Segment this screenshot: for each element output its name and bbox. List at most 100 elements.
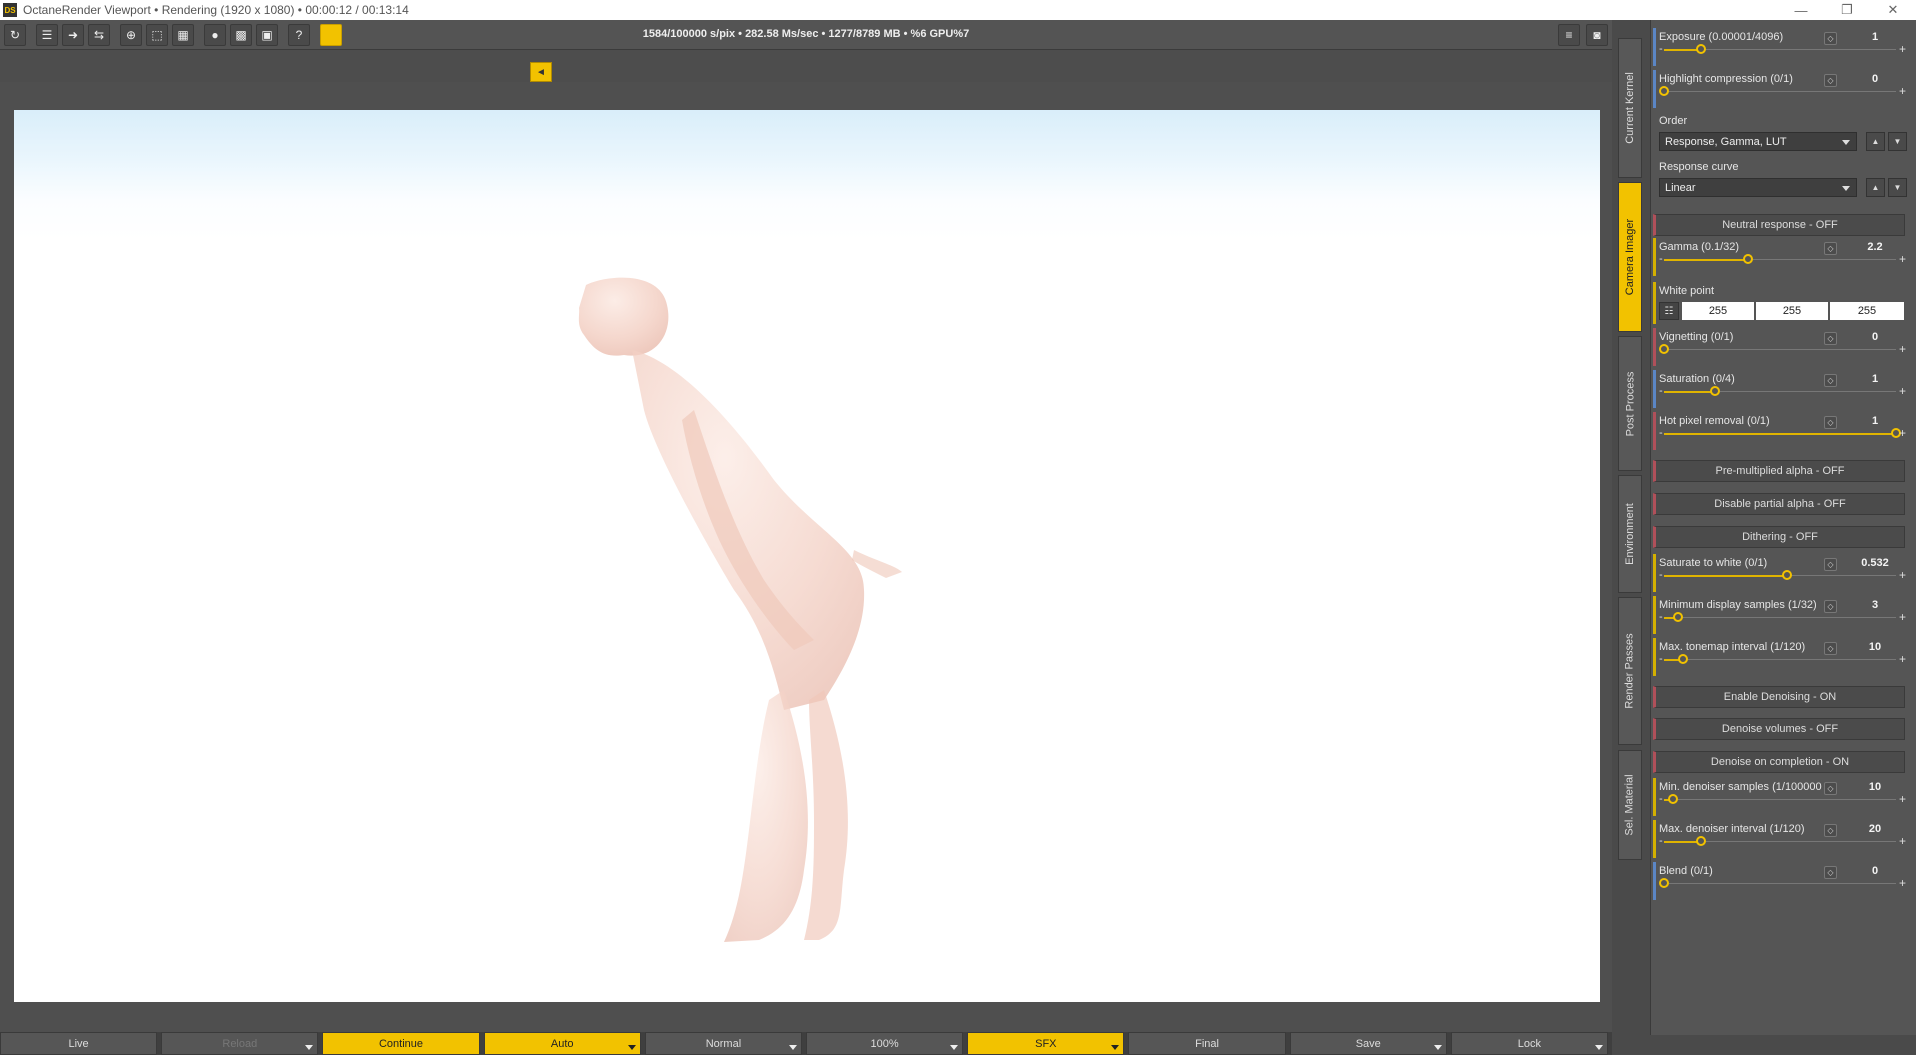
region-icon[interactable]: ⬚ (146, 23, 168, 46)
tab-current-kernel[interactable]: Current Kernel (1618, 38, 1642, 178)
saturate-to-white-slider-knob[interactable] (1781, 570, 1792, 580)
collapse-arrow-icon[interactable]: ◄ (530, 62, 552, 82)
chevron-down-icon[interactable] (1111, 1045, 1120, 1050)
blend-slider-knob[interactable] (1659, 878, 1669, 888)
export-icon[interactable]: ➜ (62, 23, 84, 46)
min-display-samples-slider-knob[interactable] (1672, 612, 1683, 622)
plus-icon[interactable]: + (1899, 252, 1906, 266)
plus-icon[interactable]: + (1899, 342, 1906, 356)
vignetting-slider-track[interactable] (1664, 349, 1896, 350)
chevron-down-icon[interactable] (950, 1045, 959, 1050)
minus-icon[interactable]: - (1659, 427, 1663, 439)
bottom-button-final[interactable]: Final (1128, 1032, 1286, 1055)
disable-partial-alpha-toggle[interactable]: Disable partial alpha - OFF (1653, 493, 1905, 515)
reset-icon[interactable]: ◇ (1824, 374, 1837, 387)
reset-icon[interactable]: ◇ (1824, 782, 1837, 795)
color-picker-icon[interactable]: ☷ (1659, 302, 1679, 320)
minus-icon[interactable]: - (1659, 611, 1663, 623)
focus-picker-icon[interactable]: ⊕ (120, 23, 142, 46)
dithering-toggle[interactable]: Dithering - OFF (1653, 526, 1905, 548)
plus-icon[interactable]: + (1899, 384, 1906, 398)
move-down-icon[interactable]: ▼ (1888, 178, 1907, 197)
list-icon[interactable]: ≡ (1558, 24, 1580, 46)
image-icon[interactable]: ▣ (256, 23, 278, 46)
reset-icon[interactable]: ◇ (1824, 416, 1837, 429)
minus-icon[interactable]: - (1659, 569, 1663, 581)
highlight-compression-value[interactable]: 0 (1846, 73, 1904, 85)
max-tonemap-interval-value[interactable]: 10 (1846, 641, 1904, 653)
min-display-samples-value[interactable]: 3 (1846, 599, 1904, 611)
move-up-icon[interactable]: ▲ (1866, 132, 1885, 151)
highlight-compression-slider-track[interactable] (1664, 91, 1896, 92)
bottom-button-sfx[interactable]: SFX (967, 1032, 1125, 1055)
layout-icon[interactable]: ▦ (172, 23, 194, 46)
minus-icon[interactable]: - (1659, 835, 1663, 847)
minus-icon[interactable]: - (1659, 653, 1663, 665)
blend-value[interactable]: 0 (1846, 865, 1904, 877)
min-denoiser-samples-value[interactable]: 10 (1846, 781, 1904, 793)
share-icon[interactable]: ⇆ (88, 23, 110, 46)
move-down-icon[interactable]: ▼ (1888, 132, 1907, 151)
bottom-button-auto[interactable]: Auto (483, 1032, 641, 1055)
plus-icon[interactable]: + (1899, 652, 1906, 666)
highlight-compression-slider-knob[interactable] (1659, 86, 1669, 96)
bottom-button-100-[interactable]: 100% (806, 1032, 964, 1055)
exposure-slider-knob[interactable] (1696, 44, 1707, 54)
white-point-g-input[interactable]: 255 (1756, 302, 1828, 320)
neutral-response-toggle[interactable]: Neutral response - OFF (1653, 214, 1905, 236)
premultiplied-alpha-toggle[interactable]: Pre-multiplied alpha - OFF (1653, 460, 1905, 482)
max-denoiser-interval-slider-knob[interactable] (1696, 836, 1707, 846)
camera-icon[interactable]: ◙ (1586, 24, 1608, 46)
bottom-button-normal[interactable]: Normal (644, 1032, 803, 1055)
reset-icon[interactable]: ◇ (1824, 242, 1837, 255)
close-button[interactable]: ✕ (1870, 0, 1916, 20)
plus-icon[interactable]: + (1899, 792, 1906, 806)
minus-icon[interactable]: - (1659, 253, 1663, 265)
hot-pixel-removal-value[interactable]: 1 (1846, 415, 1904, 427)
denoise-volumes-toggle[interactable]: Denoise volumes - OFF (1653, 718, 1905, 740)
enable-denoising-toggle[interactable]: Enable Denoising - ON (1653, 686, 1905, 708)
min-denoiser-samples-slider-knob[interactable] (1668, 794, 1679, 804)
chevron-down-icon[interactable] (1433, 1045, 1442, 1050)
grid-icon[interactable]: ▩ (230, 23, 252, 46)
reset-icon[interactable]: ◇ (1824, 32, 1837, 45)
plus-icon[interactable]: + (1899, 834, 1906, 848)
gamma-slider-knob[interactable] (1742, 254, 1753, 264)
denoise-on-completion-toggle[interactable]: Denoise on completion - ON (1653, 751, 1905, 773)
minus-icon[interactable]: - (1659, 43, 1663, 55)
restore-button[interactable]: ❐ (1824, 0, 1870, 20)
restart-render-icon[interactable]: ↻ (4, 23, 26, 46)
plus-icon[interactable]: + (1899, 42, 1906, 56)
tab-post-process[interactable]: Post Process (1618, 336, 1642, 471)
minus-icon[interactable]: - (1659, 793, 1663, 805)
response-curve-select[interactable]: Linear (1659, 178, 1857, 197)
bottom-button-lock[interactable]: Lock (1450, 1032, 1609, 1055)
white-point-r-input[interactable]: 255 (1682, 302, 1754, 320)
saturate-to-white-value[interactable]: 0.532 (1846, 557, 1904, 569)
plus-icon[interactable]: + (1899, 876, 1906, 890)
max-tonemap-interval-slider-knob[interactable] (1677, 654, 1688, 664)
plus-icon[interactable]: + (1899, 84, 1906, 98)
order-select[interactable]: Response, Gamma, LUT (1659, 132, 1857, 151)
vignetting-value[interactable]: 0 (1846, 331, 1904, 343)
tab-environment[interactable]: Environment (1618, 475, 1642, 593)
vignetting-slider-knob[interactable] (1659, 344, 1669, 354)
saturation-slider-knob[interactable] (1710, 386, 1721, 396)
move-up-icon[interactable]: ▲ (1866, 178, 1885, 197)
plus-icon[interactable]: + (1899, 568, 1906, 582)
tab-camera-imager[interactable]: Camera Imager (1618, 182, 1642, 332)
reset-icon[interactable]: ◇ (1824, 642, 1837, 655)
plus-icon[interactable]: + (1899, 610, 1906, 624)
blend-slider-track[interactable] (1664, 883, 1896, 884)
chevron-down-icon[interactable] (627, 1045, 636, 1050)
reset-icon[interactable]: ◇ (1824, 558, 1837, 571)
record-icon[interactable]: ● (204, 23, 226, 46)
min-denoiser-samples-slider-track[interactable] (1664, 799, 1896, 800)
reset-icon[interactable]: ◇ (1824, 332, 1837, 345)
chevron-down-icon[interactable] (789, 1045, 798, 1050)
plus-icon[interactable]: + (1899, 426, 1906, 440)
chevron-down-icon[interactable] (305, 1045, 314, 1050)
tab-sel-material[interactable]: Sel. Material (1618, 750, 1642, 860)
saturation-value[interactable]: 1 (1846, 373, 1904, 385)
bottom-button-save[interactable]: Save (1289, 1032, 1447, 1055)
